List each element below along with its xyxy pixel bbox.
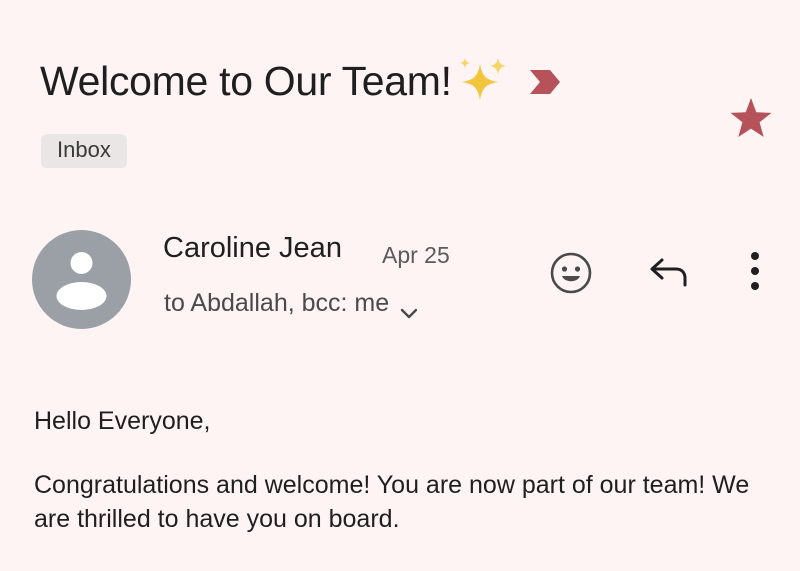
sender-name: Caroline Jean xyxy=(163,232,342,264)
recipients-toggle[interactable]: to Abdallah, bcc: me xyxy=(164,289,419,318)
email-paragraph: Congratulations and welcome! You are now… xyxy=(34,471,750,533)
email-subject: Welcome to Our Team! xyxy=(40,58,452,104)
chevron-down-icon xyxy=(399,299,419,318)
reply-button[interactable] xyxy=(648,254,692,290)
email-greeting: Hello Everyone, xyxy=(34,407,211,435)
add-reaction-button[interactable] xyxy=(548,250,594,296)
subject-row: Welcome to Our Team! xyxy=(40,56,562,105)
more-options-button[interactable] xyxy=(740,248,770,294)
sparkles-icon xyxy=(454,56,508,104)
emoji-reaction-icon xyxy=(550,252,592,294)
avatar-icon[interactable] xyxy=(32,230,131,329)
label-chip-inbox[interactable]: Inbox xyxy=(41,134,127,168)
star-icon[interactable] xyxy=(729,97,773,139)
recipients-text: to Abdallah, bcc: me xyxy=(164,289,390,317)
email-body: Hello Everyone, Congratulations and welc… xyxy=(34,404,774,536)
sent-date: Apr 25 xyxy=(382,242,450,268)
reply-icon xyxy=(650,258,687,287)
important-marker-icon[interactable] xyxy=(528,68,562,96)
more-vert-icon xyxy=(751,252,759,290)
